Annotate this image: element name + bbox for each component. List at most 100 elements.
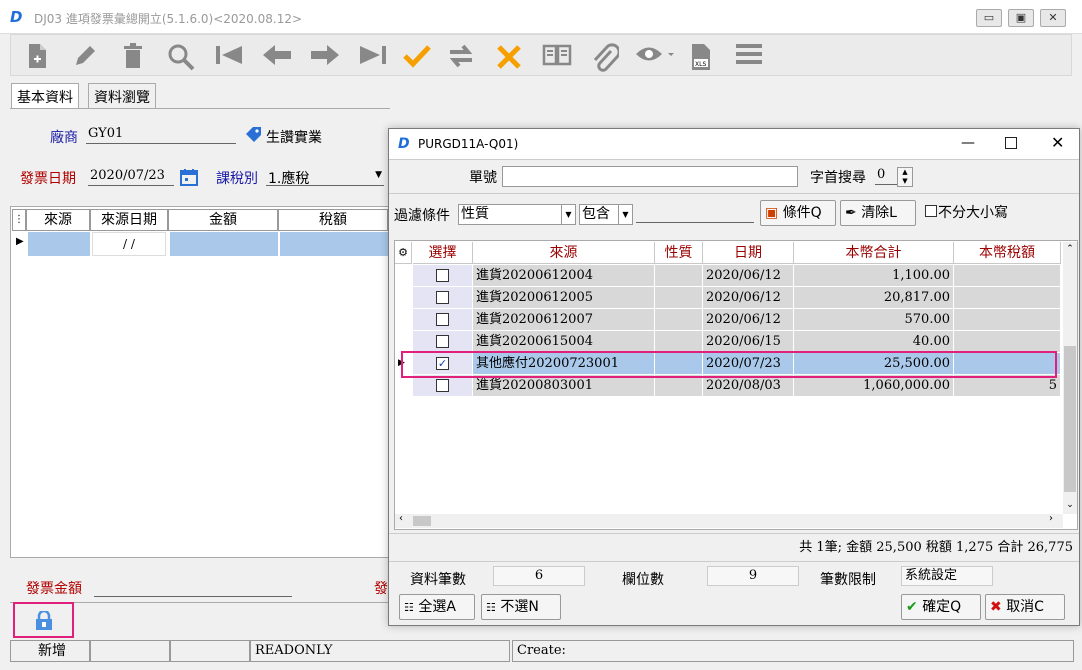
confirm-check-icon[interactable] xyxy=(399,38,435,72)
refresh-swap-icon[interactable] xyxy=(443,38,479,72)
row-tax-cell[interactable] xyxy=(954,331,1061,353)
horizontal-scrollbar[interactable]: ‹ › xyxy=(395,513,1063,528)
scroll-up-icon[interactable]: ⌃ xyxy=(1063,244,1077,254)
new-file-icon[interactable] xyxy=(19,38,55,72)
filter-field-select[interactable]: 性質 ▼ xyxy=(458,204,576,225)
select-all-button[interactable]: ☷ 全選A xyxy=(399,594,475,620)
dialog-maximize-button[interactable] xyxy=(1005,137,1017,149)
scrollbar-thumb[interactable] xyxy=(1064,346,1076,492)
col-header-source[interactable]: 來源 xyxy=(473,242,655,264)
row-select-cell[interactable] xyxy=(413,287,473,309)
row-tax-cell[interactable] xyxy=(954,287,1061,309)
grid-cell-date[interactable]: / / xyxy=(92,232,166,256)
invoice-amount-field[interactable] xyxy=(94,596,292,597)
maximize-button[interactable]: ▣ xyxy=(1008,9,1034,27)
vendor-code-field[interactable]: GY01 xyxy=(86,126,236,144)
scroll-left-icon[interactable]: ‹ xyxy=(399,513,403,524)
menu-hamburger-icon[interactable] xyxy=(731,38,767,72)
attachment-icon[interactable] xyxy=(587,38,623,72)
scroll-right-icon[interactable]: › xyxy=(1049,513,1053,524)
row-date-cell[interactable]: 2020/06/15 xyxy=(703,331,794,353)
tax-type-select[interactable]: 1.應稅 ▼ xyxy=(266,168,384,187)
row-date-cell[interactable]: 2020/06/12 xyxy=(703,287,794,309)
dialog-close-button[interactable]: ✕ xyxy=(1051,133,1064,152)
row-tax-cell[interactable]: 5 xyxy=(954,375,1061,397)
row-nature-cell[interactable] xyxy=(655,375,703,397)
row-date-cell[interactable]: 2020/06/12 xyxy=(703,265,794,287)
row-checkbox[interactable] xyxy=(436,313,449,326)
book-icon[interactable] xyxy=(539,38,575,72)
delete-trash-icon[interactable] xyxy=(115,38,151,72)
deselect-button[interactable]: ☷ 不選N xyxy=(481,594,561,620)
row-nature-cell[interactable] xyxy=(655,331,703,353)
row-source-cell[interactable]: 進貨20200803001 xyxy=(473,375,655,397)
row-total-cell[interactable]: 20,817.00 xyxy=(794,287,954,309)
search-icon[interactable] xyxy=(163,38,199,72)
row-date-cell[interactable]: 2020/08/03 xyxy=(703,375,794,397)
first-record-icon[interactable] xyxy=(211,38,247,72)
row-source-cell[interactable]: 進貨20200612004 xyxy=(473,265,655,287)
cancel-button[interactable]: ✖ 取消C xyxy=(985,594,1065,620)
col-header-total[interactable]: 本幣合計 xyxy=(794,242,954,264)
minimize-button[interactable]: ▭ xyxy=(976,9,1002,27)
row-source-cell[interactable]: 進貨20200612007 xyxy=(473,309,655,331)
prefix-search-input[interactable]: 0 xyxy=(875,167,897,185)
row-date-cell[interactable]: 2020/06/12 xyxy=(703,309,794,331)
next-record-icon[interactable] xyxy=(307,38,343,72)
row-select-cell[interactable] xyxy=(413,309,473,331)
row-select-cell[interactable] xyxy=(413,265,473,287)
row-nature-cell[interactable] xyxy=(655,265,703,287)
dialog-minimize-button[interactable]: — xyxy=(961,135,975,151)
close-button[interactable]: ✕ xyxy=(1040,9,1066,27)
export-excel-icon[interactable]: XLS xyxy=(683,38,719,72)
row-source-cell[interactable]: 進貨20200615004 xyxy=(473,331,655,353)
prefix-spinner[interactable]: ▲ ▼ xyxy=(897,167,913,187)
row-total-cell[interactable]: 40.00 xyxy=(794,331,954,353)
view-eye-icon[interactable] xyxy=(631,38,677,72)
ok-button[interactable]: ✔ 確定Q xyxy=(901,594,981,620)
row-checkbox[interactable] xyxy=(436,291,449,304)
grid-cell-source[interactable] xyxy=(28,232,90,256)
row-nature-cell[interactable] xyxy=(655,287,703,309)
cancel-x-icon[interactable] xyxy=(491,38,527,72)
condition-button[interactable]: ▣ 條件Q xyxy=(760,200,836,226)
row-source-cell[interactable]: 進貨20200612005 xyxy=(473,287,655,309)
scroll-down-icon[interactable]: ⌄ xyxy=(1063,500,1077,510)
tab-data-browse[interactable]: 資料瀏覽 xyxy=(88,83,156,109)
dialog-logo-icon: D xyxy=(398,136,410,152)
edit-pencil-icon[interactable] xyxy=(67,38,103,72)
col-header-amount: 金額 xyxy=(168,209,278,231)
h-scrollbar-thumb[interactable] xyxy=(413,516,431,526)
tab-basic-info[interactable]: 基本資料 xyxy=(11,83,79,109)
row-select-cell[interactable] xyxy=(413,331,473,353)
row-total-cell[interactable]: 570.00 xyxy=(794,309,954,331)
settings-gear-icon[interactable]: ⚙ xyxy=(395,242,412,264)
col-header-nature[interactable]: 性質 xyxy=(655,242,703,264)
grid-cell-amount[interactable] xyxy=(170,232,278,256)
col-header-select[interactable]: 選擇 xyxy=(413,242,473,264)
invoice-date-field[interactable]: 2020/07/23 xyxy=(88,168,174,186)
calendar-icon[interactable] xyxy=(180,168,198,186)
row-select-cell[interactable] xyxy=(413,375,473,397)
row-tax-cell[interactable] xyxy=(954,309,1061,331)
col-header-tax[interactable]: 本幣稅額 xyxy=(954,242,1061,264)
ignore-case-checkbox[interactable] xyxy=(925,205,937,217)
col-header-date[interactable]: 日期 xyxy=(703,242,794,264)
filter-value-input[interactable] xyxy=(636,222,754,223)
row-total-cell[interactable]: 1,100.00 xyxy=(794,265,954,287)
doc-no-input[interactable] xyxy=(502,166,798,187)
row-checkbox[interactable] xyxy=(436,269,449,282)
lock-button[interactable] xyxy=(13,602,74,638)
filter-op-select[interactable]: 包含 ▼ xyxy=(579,204,633,225)
row-checkbox[interactable] xyxy=(436,379,449,392)
row-total-cell[interactable]: 1,060,000.00 xyxy=(794,375,954,397)
toolbar: XLS xyxy=(10,34,1072,76)
row-checkbox[interactable] xyxy=(436,335,449,348)
row-nature-cell[interactable] xyxy=(655,309,703,331)
vertical-scrollbar[interactable]: ⌃ ⌄ xyxy=(1063,242,1077,514)
row-tax-cell[interactable] xyxy=(954,265,1061,287)
grid-cell-tax[interactable] xyxy=(280,232,388,256)
previous-record-icon[interactable] xyxy=(259,38,295,72)
clear-button[interactable]: ✒ 清除L xyxy=(840,200,916,226)
last-record-icon[interactable] xyxy=(355,38,391,72)
